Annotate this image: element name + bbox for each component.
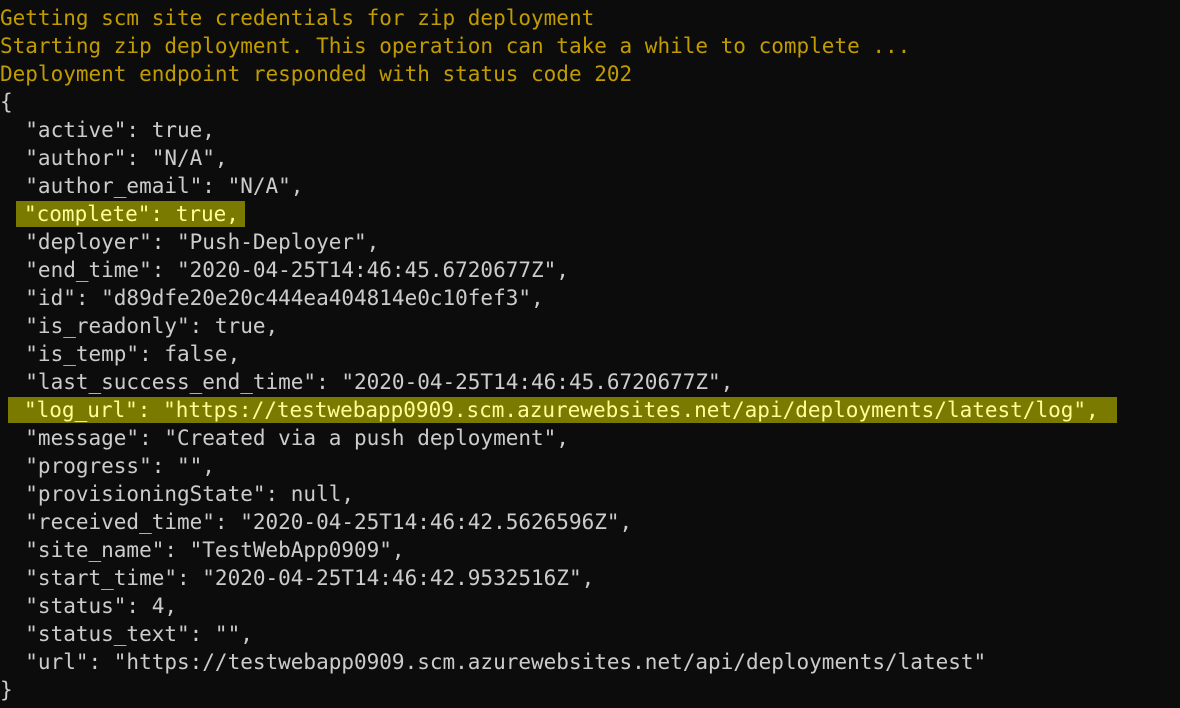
json-line-is-readonly: "is_readonly": true,: [0, 314, 279, 338]
json-line-received-time: "received_time": "2020-04-25T14:46:42.56…: [0, 510, 633, 534]
json-line-status-text: "status_text": "",: [0, 622, 253, 646]
json-line-id: "id": "d89dfe20e20c444ea404814e0c10fef3"…: [0, 286, 544, 310]
json-line-end-time: "end_time": "2020-04-25T14:46:45.6720677…: [0, 258, 569, 282]
status-line-credentials: Getting scm site credentials for zip dep…: [0, 6, 595, 30]
json-line-deployer: "deployer": "Push-Deployer",: [0, 230, 380, 254]
json-line-is-temp: "is_temp": false,: [0, 342, 241, 366]
json-line-log-url-row: "log_url": "https://testwebapp0909.scm.a…: [0, 396, 1180, 424]
json-line-active: "active": true,: [0, 118, 215, 142]
json-line-author: "author": "N/A",: [0, 146, 228, 170]
json-line-status: "status": 4,: [0, 594, 178, 618]
json-line-start-time: "start_time": "2020-04-25T14:46:42.95325…: [0, 566, 595, 590]
json-line-site-name: "site_name": "TestWebApp0909",: [0, 538, 405, 562]
json-line-provisioning-state: "provisioningState": null,: [0, 482, 355, 506]
json-open-brace: {: [0, 90, 13, 114]
json-line-progress: "progress": "",: [0, 454, 215, 478]
json-line-complete-highlighted: "complete": true,: [16, 201, 245, 227]
json-line-last-success-end-time: "last_success_end_time": "2020-04-25T14:…: [0, 370, 734, 394]
json-line-log-url-highlighted: "log_url": "https://testwebapp0909.scm.a…: [8, 397, 1117, 423]
status-line-response: Deployment endpoint responded with statu…: [0, 62, 633, 86]
json-line-message: "message": "Created via a push deploymen…: [0, 426, 569, 450]
terminal-window[interactable]: Getting scm site credentials for zip dep…: [0, 0, 1180, 708]
json-line-author-email: "author_email": "N/A",: [0, 174, 304, 198]
json-line-url: "url": "https://testwebapp0909.scm.azure…: [0, 650, 987, 674]
json-close-brace: }: [0, 678, 13, 702]
json-line-complete-row: "complete": true,: [0, 200, 1180, 228]
status-line-starting: Starting zip deployment. This operation …: [0, 34, 911, 58]
